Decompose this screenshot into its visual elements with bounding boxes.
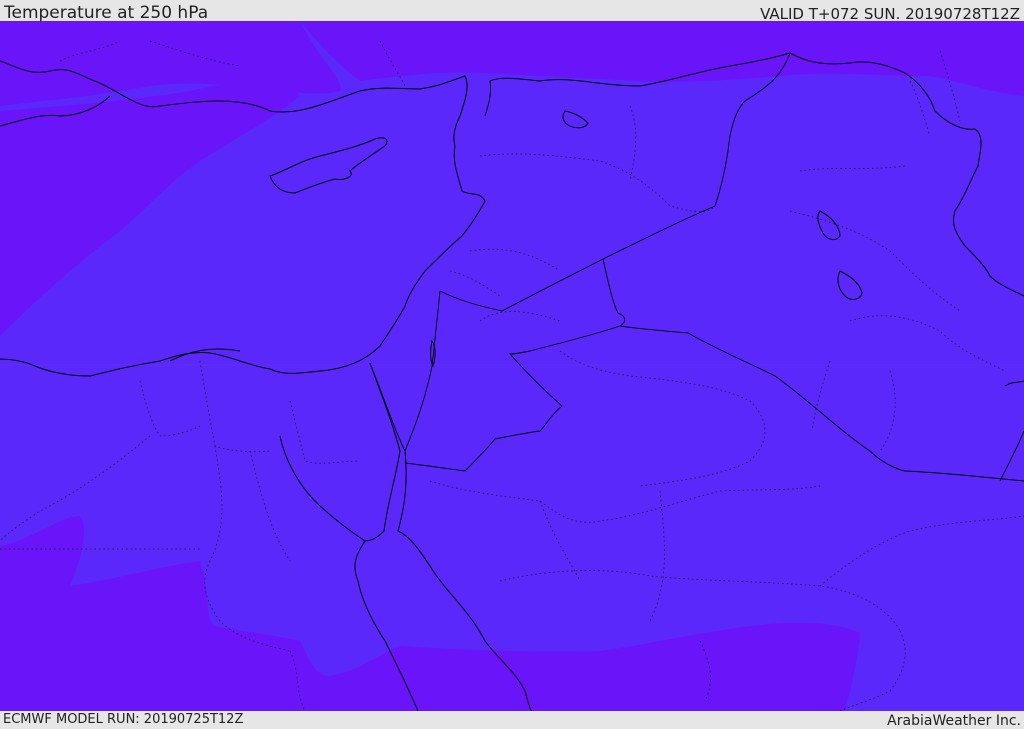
header-bar: Temperature at 250 hPa VALID T+072 SUN. …	[0, 0, 1024, 23]
model-run-label: ECMWF MODEL RUN: 20190725T12Z	[3, 712, 244, 727]
brand-label: ArabiaWeather Inc.	[887, 713, 1021, 729]
map-title: Temperature at 250 hPa	[4, 3, 209, 23]
temperature-map[interactable]	[0, 21, 1024, 711]
footer-bar: ECMWF MODEL RUN: 20190725T12Z ArabiaWeat…	[0, 711, 1024, 729]
